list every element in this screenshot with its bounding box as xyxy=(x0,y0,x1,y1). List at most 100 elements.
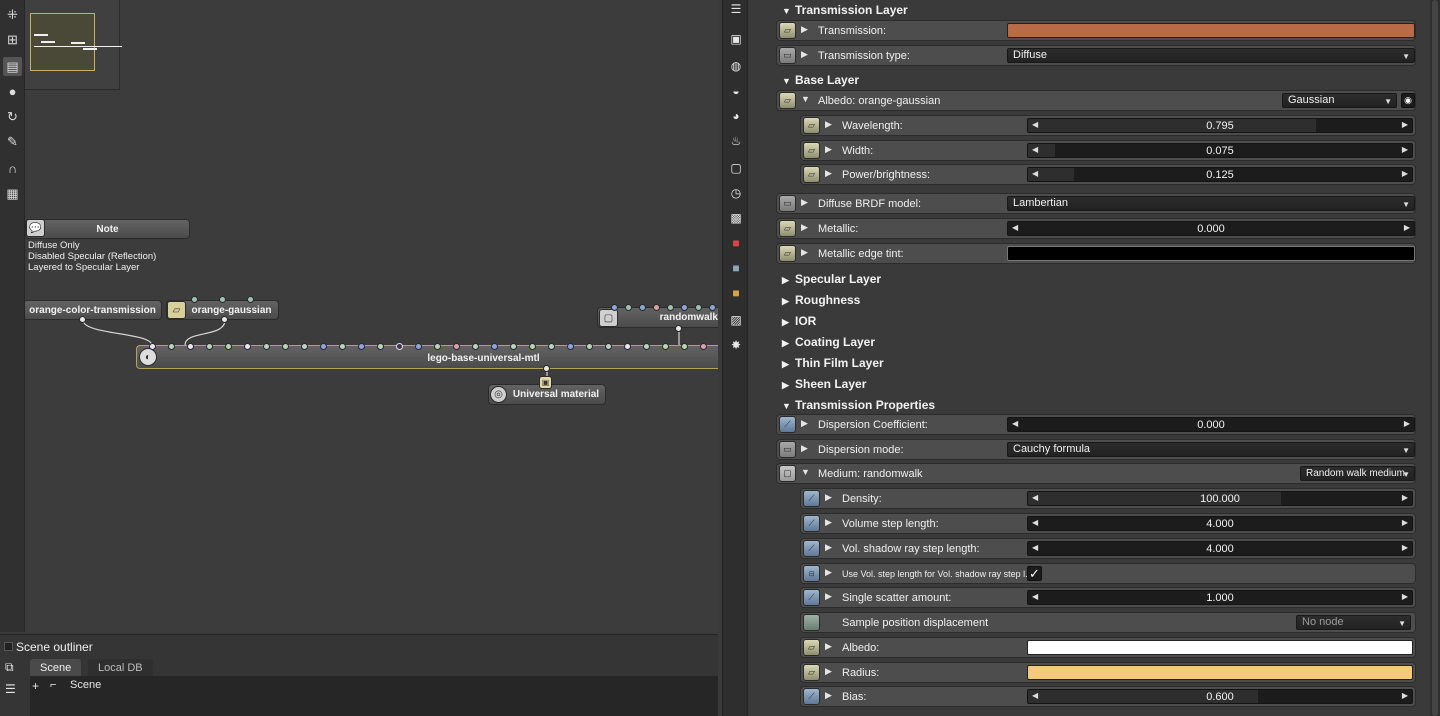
param-albedo-gaussian[interactable]: ▱ ▼ Albedo: orange-gaussian Gaussian ▼ ◉ xyxy=(776,90,1416,111)
slider-width[interactable]: ◀ 0.075 ▶ xyxy=(1027,143,1413,158)
float-icon[interactable]: ⟋ xyxy=(779,416,796,433)
material-drop-icon[interactable]: ♨ xyxy=(727,132,745,150)
orange-cube-icon[interactable]: ■ xyxy=(727,284,745,302)
frame-icon[interactable]: ▢ xyxy=(727,159,745,177)
slider-vol-shadow-step[interactable]: ◀ 4.000 ▶ xyxy=(1027,541,1413,556)
output-pin[interactable] xyxy=(221,316,228,323)
input-pin[interactable] xyxy=(415,343,422,350)
expand-arrow[interactable]: ▶ xyxy=(825,168,832,179)
texture-icon[interactable]: ▩ xyxy=(727,209,745,227)
float-icon[interactable]: ⟋ xyxy=(803,490,820,507)
input-pin[interactable] xyxy=(700,343,707,350)
input-pin[interactable] xyxy=(491,343,498,350)
input-pin[interactable] xyxy=(263,343,270,350)
increment-arrow[interactable]: ▶ xyxy=(1402,493,1408,502)
param-vol-shadow-ray-step-length[interactable]: ⟋ ▶ Vol. shadow ray step length: ◀ 4.000 ▶ xyxy=(800,538,1416,559)
output-pin[interactable] xyxy=(543,365,550,372)
input-pin[interactable] xyxy=(510,343,517,350)
expand-arrow[interactable]: ▶ xyxy=(801,197,808,208)
clock-icon[interactable]: ◷ xyxy=(727,184,745,202)
param-sample-position-displacement[interactable]: Sample position displacement No node ▼ xyxy=(800,612,1416,633)
input-pin[interactable] xyxy=(225,343,232,350)
increment-arrow[interactable]: ▶ xyxy=(1402,120,1408,129)
refresh-icon[interactable]: ↻ xyxy=(3,107,22,126)
input-pin[interactable] xyxy=(149,343,156,350)
dropdown-transmission-type[interactable]: Diffuse ▼ xyxy=(1007,48,1415,63)
input-pin[interactable] xyxy=(187,343,194,350)
param-diffuse-brdf-model[interactable]: ▭ ▶ Diffuse BRDF model: Lambertian ▼ xyxy=(776,193,1416,214)
slider-dispersion-coefficient[interactable]: ◀ 0.000 ▶ xyxy=(1007,417,1415,432)
color-swatch[interactable] xyxy=(1007,246,1415,261)
graph-nodes-icon[interactable]: ⊞ xyxy=(3,30,22,49)
increment-arrow[interactable]: ▶ xyxy=(1402,169,1408,178)
param-metallic-edge-tint[interactable]: ▱ ▶ Metallic edge tint: xyxy=(776,243,1416,264)
expand-arrow[interactable]: ▶ xyxy=(825,567,832,578)
outliner-list-icon[interactable]: ☰ xyxy=(5,682,16,696)
param-metallic[interactable]: ▱ ▶ Metallic: ◀ 0.000 ▶ xyxy=(776,218,1416,239)
input-pin[interactable] xyxy=(529,343,536,350)
param-density[interactable]: ⟋ ▶ Density: ◀ 100.000 ▶ xyxy=(800,488,1416,509)
expand-arrow[interactable]: ▶ xyxy=(801,222,808,233)
expand-arrow[interactable]: ▼ xyxy=(801,94,810,104)
dropdown-dispersion-mode[interactable]: Cauchy formula ▼ xyxy=(1007,442,1415,457)
expand-arrow[interactable]: ▶ xyxy=(825,492,832,503)
grid-icon[interactable]: ▦ xyxy=(3,184,22,203)
float-icon[interactable]: ⟋ xyxy=(803,589,820,606)
bool-icon[interactable]: ⊟ xyxy=(803,565,820,582)
param-transmission-type[interactable]: ▭ ▶ Transmission type: Diffuse ▼ xyxy=(776,45,1416,66)
input-pin[interactable] xyxy=(643,343,650,350)
param-transmission[interactable]: ▱ ▶ Transmission: xyxy=(776,20,1416,41)
expand-toggle[interactable]: + xyxy=(32,679,39,693)
section-roughness[interactable]: ▶ Roughness xyxy=(782,293,860,307)
slider-density[interactable]: ◀ 100.000 ▶ xyxy=(1027,491,1413,506)
eye-icon[interactable]: ◉ xyxy=(1401,93,1415,108)
node-graph-editor[interactable]: Note 💬 Diffuse Only Disabled Specular (R… xyxy=(25,0,718,632)
texture-icon[interactable]: ▱ xyxy=(779,92,796,109)
magnet-icon[interactable]: ∩ xyxy=(3,159,22,178)
input-pin[interactable] xyxy=(681,343,688,350)
camera-icon[interactable]: ◍ xyxy=(727,57,745,75)
medium-icon[interactable]: ▢ xyxy=(779,465,796,482)
tab-scene[interactable]: Scene xyxy=(30,659,82,676)
color-swatch[interactable] xyxy=(1027,665,1413,680)
node-lego-base-universal-mtl[interactable]: lego-base-universal-mtl xyxy=(136,345,718,369)
param-radius[interactable]: ▱ ▶ Radius: xyxy=(800,662,1416,683)
expand-arrow[interactable]: ▶ xyxy=(801,24,808,35)
input-pin[interactable] xyxy=(548,343,555,350)
input-pin[interactable] xyxy=(611,304,618,311)
increment-arrow[interactable]: ▶ xyxy=(1402,592,1408,601)
section-transmission-layer[interactable]: ▼ Transmission Layer xyxy=(782,3,908,17)
section-coating-layer[interactable]: ▶ Coating Layer xyxy=(782,335,875,349)
dropdown-node-type[interactable]: Gaussian ▼ xyxy=(1282,93,1397,108)
output-pin[interactable] xyxy=(675,325,682,332)
color-swatch[interactable] xyxy=(1007,23,1415,38)
input-pin[interactable] xyxy=(709,304,716,311)
slider-bias[interactable]: ◀ 0.600 ▶ xyxy=(1027,689,1413,704)
red-cube-icon[interactable]: ■ xyxy=(727,234,745,252)
float-icon[interactable]: ⟋ xyxy=(803,515,820,532)
enum-icon[interactable]: ▭ xyxy=(779,441,796,458)
expand-arrow[interactable]: ▶ xyxy=(825,666,832,677)
tree-item-scene[interactable]: Scene xyxy=(70,679,101,691)
input-pin[interactable] xyxy=(472,343,479,350)
float-icon[interactable]: ⟋ xyxy=(803,688,820,705)
param-width[interactable]: ▱ ▶ Width: ◀ 0.075 ▶ xyxy=(800,140,1416,161)
dropdown-diffuse-brdf[interactable]: Lambertian ▼ xyxy=(1007,196,1415,211)
tab-local-db[interactable]: Local DB xyxy=(88,659,153,676)
increment-arrow[interactable]: ▶ xyxy=(1402,145,1408,154)
expand-arrow[interactable]: ▶ xyxy=(825,144,832,155)
input-pin[interactable] xyxy=(320,343,327,350)
input-pin[interactable] xyxy=(434,343,441,350)
expand-arrow[interactable]: ▶ xyxy=(825,517,832,528)
section-transmission-properties[interactable]: ▼ Transmission Properties xyxy=(782,398,935,412)
expand-arrow[interactable]: ▶ xyxy=(801,49,808,60)
environment-icon[interactable]: ◒ xyxy=(727,82,745,100)
param-power-brightness[interactable]: ▱ ▶ Power/brightness: ◀ 0.125 ▶ xyxy=(800,164,1416,185)
light-icon[interactable]: ✸ xyxy=(727,336,745,354)
input-pin[interactable] xyxy=(667,304,674,311)
graph-select-icon[interactable]: ⁜ xyxy=(3,5,22,24)
node-orange-color-transmission[interactable]: orange-color-transmission xyxy=(25,300,162,320)
input-pin[interactable] xyxy=(219,296,226,303)
outliner-layers-icon[interactable]: ⧉ xyxy=(5,660,14,675)
param-use-vol-step-length[interactable]: ⊟ ▶ Use Vol. step length for Vol. shadow… xyxy=(800,563,1416,584)
